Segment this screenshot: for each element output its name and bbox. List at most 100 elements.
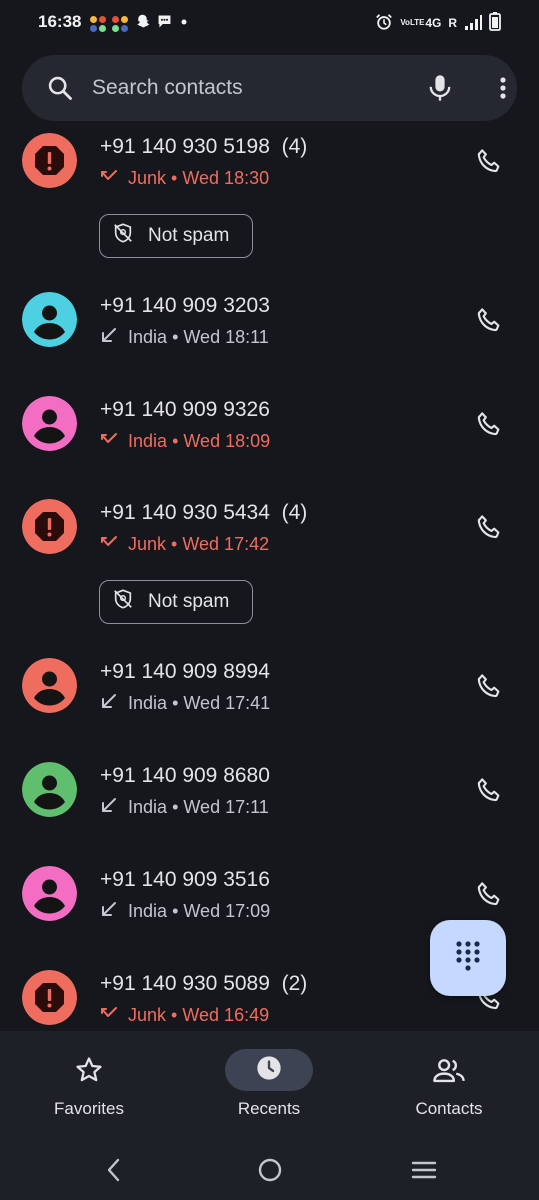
call-details: Junk • Wed 17:42 <box>100 533 269 556</box>
search-input[interactable] <box>92 69 382 107</box>
search-bar[interactable] <box>22 55 517 121</box>
phone-number: +91 140 930 5089 <box>100 972 270 995</box>
separator: • <box>172 693 179 713</box>
system-status-icons: VoLTE 4G R <box>375 12 501 34</box>
call-number: +91 140 930 5198 (4) <box>100 135 307 159</box>
call-back-button[interactable] <box>474 409 504 439</box>
contact-avatar[interactable] <box>22 658 77 713</box>
phone-number: +91 140 909 3203 <box>100 294 270 317</box>
call-label: India <box>128 327 168 347</box>
recents-list[interactable]: +91 140 930 5198 (4) Junk • Wed 18:30 Not … <box>0 121 539 1031</box>
dialpad-button[interactable] <box>430 920 506 996</box>
call-back-button[interactable] <box>474 512 504 542</box>
call-number: +91 140 930 5089 (2) <box>100 972 307 996</box>
home-icon[interactable] <box>257 1157 283 1188</box>
contact-avatar[interactable] <box>22 292 77 347</box>
signal-icon <box>464 14 482 33</box>
search-icon[interactable] <box>46 74 74 107</box>
call-label: India <box>128 431 168 451</box>
battery-icon <box>489 12 501 34</box>
call-label: Junk <box>128 534 167 554</box>
contact-avatar[interactable] <box>22 866 77 921</box>
incoming-call-icon <box>100 900 118 923</box>
back-icon[interactable] <box>103 1157 123 1188</box>
spam-avatar-icon[interactable] <box>22 970 77 1025</box>
phone-icon <box>474 986 504 1017</box>
missed-call-icon <box>100 430 118 453</box>
call-row[interactable]: +91 140 909 3203 India • Wed 18:11 <box>0 280 539 370</box>
call-time: Wed 17:09 <box>183 901 271 921</box>
separator: • <box>172 327 179 347</box>
contact-avatar[interactable] <box>22 396 77 451</box>
separator: • <box>172 431 179 451</box>
call-time: Wed 17:11 <box>183 797 269 817</box>
call-details: Junk • Wed 16:49 <box>100 1004 269 1027</box>
bottom-navigation: Favorites Recents Contacts <box>0 1031 539 1137</box>
call-back-button[interactable] <box>474 671 504 701</box>
call-back-button[interactable] <box>474 775 504 805</box>
phone-icon <box>474 308 504 339</box>
missed-call-icon <box>100 167 118 190</box>
phone-icon <box>474 778 504 809</box>
nav-favorites-label: Favorites <box>54 1099 124 1118</box>
nav-contacts-label: Contacts <box>415 1099 483 1118</box>
call-row[interactable]: +91 140 930 5198 (4) Junk • Wed 18:30 Not … <box>0 121 539 271</box>
not-spam-label: Not spam <box>148 225 230 246</box>
call-back-button[interactable] <box>474 305 504 335</box>
call-number: +91 140 909 9326 <box>100 398 270 422</box>
status-time: 16:38 <box>38 12 82 31</box>
call-time: Wed 18:30 <box>182 168 270 188</box>
call-number: +91 140 909 3516 <box>100 868 270 892</box>
incoming-call-icon <box>100 692 118 715</box>
spam-avatar-icon[interactable] <box>22 133 77 188</box>
missed-call-icon <box>100 1004 118 1027</box>
call-time: Wed 17:41 <box>183 693 271 713</box>
phone-number: +91 140 909 8680 <box>100 764 270 787</box>
phone-number: +91 140 930 5434 <box>100 501 270 524</box>
separator: • <box>171 168 178 188</box>
volte-icon: VoLTE <box>400 18 425 27</box>
contact-avatar[interactable] <box>22 762 77 817</box>
clock-icon <box>255 1054 283 1087</box>
nav-contacts[interactable]: Contacts <box>379 1031 519 1137</box>
call-back-button[interactable] <box>474 879 504 909</box>
network-type: 4G <box>425 16 442 30</box>
more-vert-icon[interactable] <box>492 74 514 107</box>
call-row[interactable]: +91 140 909 8994 India • Wed 17:41 <box>0 646 539 736</box>
call-row[interactable]: +91 140 909 9326 India • Wed 18:09 <box>0 384 539 474</box>
call-label: Junk <box>128 1005 167 1025</box>
separator: • <box>171 534 178 554</box>
call-details: India • Wed 17:11 <box>100 796 269 819</box>
phone-icon <box>474 674 504 705</box>
not-spam-button[interactable]: Not spam <box>99 214 253 258</box>
call-label: Junk <box>128 168 167 188</box>
star-icon <box>74 1049 104 1091</box>
shield-off-icon <box>112 588 134 616</box>
spam-avatar-icon[interactable] <box>22 499 77 554</box>
call-number: +91 140 930 5434 (4) <box>100 501 307 525</box>
call-label: India <box>128 901 168 921</box>
recents-icon[interactable] <box>411 1157 437 1188</box>
mic-icon[interactable] <box>426 73 454 108</box>
phone-icon <box>474 412 504 443</box>
call-back-button[interactable] <box>474 146 504 176</box>
call-time: Wed 16:49 <box>182 1005 270 1025</box>
phone-icon <box>474 515 504 546</box>
nav-recents[interactable]: Recents <box>199 1031 339 1137</box>
roaming-indicator: R <box>448 16 457 30</box>
nav-active-indicator <box>225 1049 313 1091</box>
separator: • <box>171 1005 178 1025</box>
call-time: Wed 18:09 <box>183 431 271 451</box>
call-row[interactable]: +91 140 909 8680 India • Wed 17:11 <box>0 750 539 840</box>
dot-icon <box>178 13 190 35</box>
nav-favorites[interactable]: Favorites <box>19 1031 159 1137</box>
not-spam-button[interactable]: Not spam <box>99 580 253 624</box>
pinwheel-app-icon <box>112 15 129 33</box>
call-number: +91 140 909 8994 <box>100 660 270 684</box>
people-icon <box>432 1049 466 1091</box>
snapchat-icon <box>134 13 151 35</box>
call-row[interactable]: +91 140 930 5434 (4) Junk • Wed 17:42 Not … <box>0 487 539 637</box>
call-label: India <box>128 693 168 713</box>
alarm-icon <box>375 13 393 34</box>
phone-number: +91 140 909 8994 <box>100 660 270 683</box>
